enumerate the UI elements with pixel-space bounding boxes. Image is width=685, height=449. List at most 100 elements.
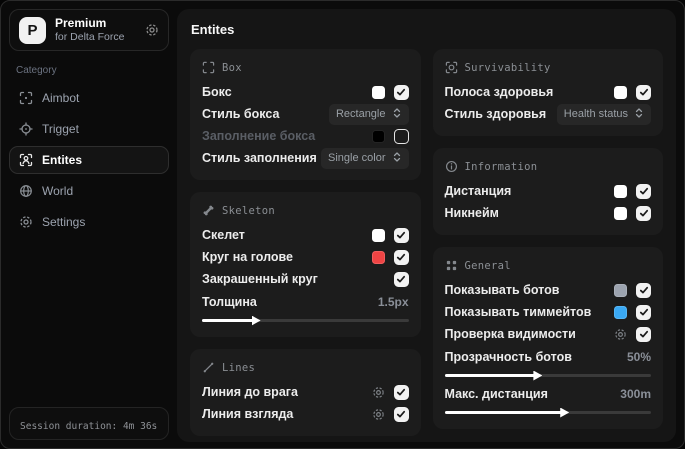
setting-label: Закрашенный круг [202, 272, 318, 286]
card-information: Information Дистанция Никнейм [432, 148, 663, 235]
brand-text: Premium for Delta Force [55, 16, 124, 44]
checkbox[interactable] [636, 183, 651, 199]
card-title: Information [464, 160, 538, 173]
sidebar: P Premium for Delta Force Category Aimbo… [1, 1, 177, 448]
setting-row: Никнейм [444, 202, 651, 224]
color-swatch[interactable] [614, 85, 627, 99]
checkbox[interactable] [393, 271, 409, 287]
box-corners-icon [202, 61, 215, 74]
setting-label: Макс. дистанция [444, 387, 548, 401]
color-swatch[interactable] [371, 85, 385, 99]
color-swatch[interactable] [614, 206, 627, 220]
card-general: General Показывать ботов Показывать тимм… [432, 247, 663, 429]
sidebar-item-label: Settings [42, 215, 86, 230]
fill-style-select[interactable]: Single color [321, 147, 409, 169]
bot-opacity-slider[interactable] [444, 374, 651, 377]
setting-label: Никнейм [444, 206, 499, 220]
checkbox[interactable] [393, 406, 409, 422]
color-swatch[interactable] [371, 228, 385, 242]
setting-row: Линия до врага [202, 381, 409, 403]
box-style-select[interactable]: Rectangle [328, 103, 409, 125]
setting-label: Круг на голове [202, 250, 293, 264]
brand-subtitle: for Delta Force [55, 31, 125, 43]
slider-fill [444, 374, 536, 377]
setting-label: Скелет [202, 228, 245, 242]
setting-row: Дистанция [445, 180, 651, 202]
session-duration: Session duration: 4m 36s [9, 407, 169, 440]
setting-label: Заполнение бокса [202, 129, 316, 143]
slider-value: 1.5px [377, 295, 409, 309]
slider-row: Макс. дистанция 300m [444, 384, 651, 414]
chevrons-up-down-icon [392, 107, 402, 122]
setting-label: Линия до врага [202, 385, 298, 399]
sidebar-item-trigget[interactable]: Trigget [9, 115, 169, 143]
checkbox[interactable] [393, 227, 409, 243]
page-title: Entites [191, 22, 235, 37]
checkbox[interactable] [636, 282, 651, 298]
checkbox[interactable] [636, 205, 651, 221]
sidebar-item-label: World [42, 184, 74, 199]
focus-circle-icon [445, 61, 458, 74]
sidebar-item-settings[interactable]: Settings [9, 208, 169, 236]
setting-row: Закрашенный круг [202, 268, 409, 290]
gear-icon[interactable] [145, 23, 159, 37]
color-swatch[interactable] [614, 184, 627, 198]
setting-label: Стиль бокса [202, 107, 280, 121]
select-value: Rectangle [335, 108, 386, 120]
sidebar-item-entites[interactable]: Entites [9, 146, 169, 175]
bone-icon [202, 204, 215, 217]
card-title: General [464, 259, 511, 272]
slider-fill [444, 411, 563, 414]
info-icon [445, 160, 458, 173]
card-lines: Lines Линия до врага Линия взгляда [190, 349, 421, 436]
select-value: Health status [563, 108, 628, 120]
color-swatch[interactable] [371, 250, 385, 264]
setting-row: Проверка видимости [445, 323, 651, 345]
health-style-select[interactable]: Health status [556, 103, 651, 125]
checkbox[interactable] [393, 84, 409, 100]
crosshair-icon [19, 122, 33, 136]
setting-row: Заполнение бокса [202, 125, 409, 147]
select-value: Single color [328, 152, 386, 164]
slider-fill [202, 319, 254, 322]
card-title: Lines [222, 361, 256, 374]
gear-icon[interactable] [372, 386, 385, 399]
sidebar-item-world[interactable]: World [9, 177, 169, 205]
main-panel: Entites Box Бокс Стиль бокса Rectangle З… [177, 9, 676, 442]
setting-row: Стиль заполнения Single color [202, 147, 409, 169]
card-title: Survivability [464, 61, 551, 74]
setting-row: Стиль здоровья Health status [445, 103, 651, 125]
checkbox[interactable] [393, 249, 409, 265]
viewfinder-icon [19, 91, 33, 105]
checkbox[interactable] [393, 384, 409, 400]
checkbox[interactable] [636, 326, 651, 342]
card-skeleton: Skeleton Скелет Круг на голове Закрашенн… [190, 192, 421, 337]
checkbox[interactable] [636, 304, 651, 320]
setting-row: Показывать тиммейтов [445, 301, 651, 323]
setting-row: Бокс [202, 81, 409, 103]
gear-icon[interactable] [372, 408, 385, 421]
setting-row: Скелет [202, 224, 409, 246]
column-left: Box Бокс Стиль бокса Rectangle Заполнени… [190, 49, 421, 436]
color-swatch[interactable] [614, 283, 627, 297]
grid-icon [445, 259, 458, 272]
brand-card: P Premium for Delta Force [9, 9, 169, 52]
category-label: Category [16, 65, 57, 77]
gear-icon[interactable] [614, 328, 627, 341]
slider-value: 300m [620, 387, 651, 401]
gear-icon [19, 215, 33, 229]
sidebar-item-label: Entites [42, 153, 83, 168]
color-swatch[interactable] [614, 305, 627, 319]
checkbox[interactable] [393, 128, 409, 144]
setting-label: Толщина [202, 295, 257, 309]
brand-logo: P [19, 16, 46, 44]
max-distance-slider[interactable] [444, 411, 651, 414]
person-scan-icon [19, 153, 33, 167]
chevrons-up-down-icon [392, 151, 402, 166]
sidebar-item-aimbot[interactable]: Aimbot [9, 84, 169, 112]
slider-row: Толщина 1.5px [202, 292, 409, 322]
brand-title: Premium [55, 16, 107, 30]
checkbox[interactable] [636, 84, 651, 100]
thickness-slider[interactable] [202, 319, 409, 322]
color-swatch[interactable] [371, 129, 385, 143]
